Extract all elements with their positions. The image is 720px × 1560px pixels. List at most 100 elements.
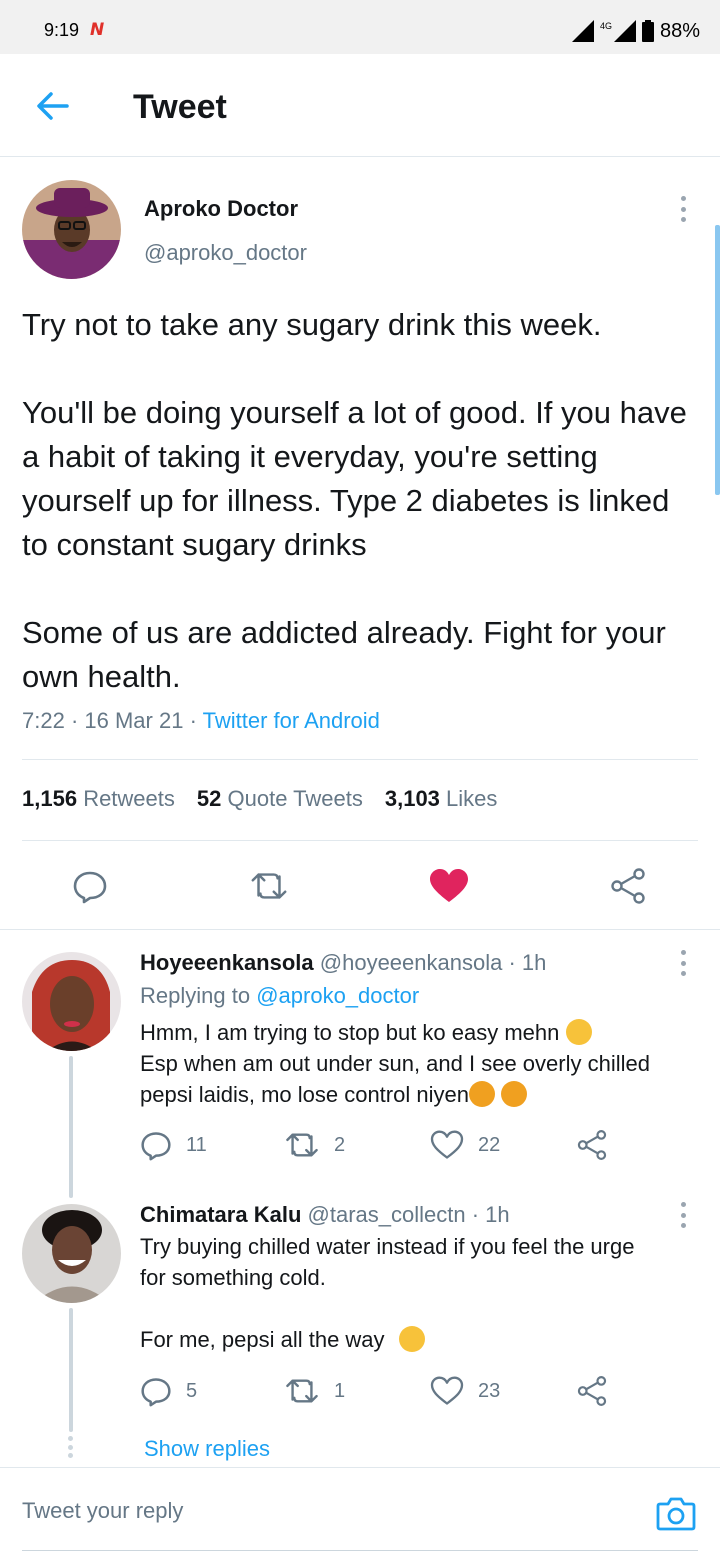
mobile-data-icon [613, 20, 636, 42]
reply-count: 5 [186, 1379, 198, 1402]
reply-icon [141, 1132, 171, 1161]
reply-text: Try buying chilled water instead if you … [140, 1231, 690, 1355]
face-savoring-food-emoji [398, 1326, 425, 1352]
more-options-icon[interactable] [679, 950, 687, 976]
reply-avatar[interactable] [22, 952, 121, 1051]
tweet-stats: 1,156 Retweets 52 Quote Tweets 3,103 Lik… [22, 786, 497, 812]
share-button[interactable] [576, 1374, 608, 1408]
reply-header: Hoyeeenkansola @hoyeeenkansola · 1h [140, 950, 547, 975]
like-button[interactable]: 22 [430, 1128, 500, 1162]
avatar-image [22, 1204, 121, 1303]
tweet-paragraph: You'll be doing yourself a lot of good. … [22, 395, 687, 562]
reply-age: 1h [521, 950, 547, 975]
status-time: 9:19 [44, 20, 80, 40]
thread-line [69, 1056, 73, 1198]
more-options-icon[interactable] [679, 1202, 687, 1228]
share-button[interactable] [608, 866, 648, 906]
network-label: 4G [599, 21, 612, 31]
heart-filled-icon [430, 869, 468, 902]
retweet-button[interactable]: 1 [284, 1374, 345, 1408]
reply-button[interactable] [70, 866, 110, 906]
back-button[interactable] [32, 88, 72, 124]
tweet-paragraph: Try not to take any sugary drink this we… [22, 307, 602, 342]
reply-line: Try buying chilled water instead if you … [140, 1234, 635, 1259]
share-icon [611, 868, 645, 904]
reply-count: 11 [186, 1133, 207, 1156]
like-count: 22 [478, 1133, 501, 1156]
reply-author-name[interactable]: Hoyeeenkansola [140, 950, 314, 975]
person-facepalming-emoji [501, 1081, 528, 1107]
tweet-action-bar [0, 856, 720, 916]
like-button[interactable]: 23 [430, 1374, 500, 1408]
battery-percentage: 88% [659, 19, 700, 42]
show-replies-link[interactable]: Show replies [144, 1436, 270, 1462]
signal-icon [571, 20, 594, 42]
reply-button[interactable]: 11 [140, 1128, 207, 1162]
share-icon [577, 1376, 607, 1406]
retweet-icon [286, 1133, 318, 1157]
retweet-icon [286, 1379, 318, 1403]
tweet-source-link[interactable]: Twitter for Android [203, 708, 380, 733]
reply-line: pepsi laidis, mo lose control niyen [140, 1079, 690, 1110]
quote-tweets-stat[interactable]: 52 Quote Tweets [197, 786, 363, 812]
reply-author-handle[interactable]: @hoyeeenkansola [320, 950, 503, 975]
reply-author-handle[interactable]: @taras_collectn [308, 1202, 466, 1227]
divider [0, 929, 720, 930]
scrollbar[interactable] [715, 225, 720, 495]
reply-input[interactable] [22, 1498, 582, 1524]
reply-line: For me, pepsi all the way [140, 1324, 690, 1355]
app-header: Tweet [0, 54, 720, 157]
news-app-icon: N [90, 20, 105, 40]
reply-button[interactable]: 5 [140, 1374, 197, 1408]
heart-outline-icon [430, 1376, 464, 1405]
like-count: 23 [478, 1379, 501, 1402]
status-bar: 9:19 N 4G 88% [0, 0, 720, 54]
retweet-icon [251, 873, 287, 899]
reply-line: Esp when am out under sun, and I see ove… [140, 1051, 650, 1076]
reply-author-name[interactable]: Chimatara Kalu [140, 1202, 301, 1227]
status-icons: 4G 88% [571, 18, 700, 44]
share-icon [577, 1130, 607, 1160]
author-avatar[interactable] [22, 180, 121, 279]
camera-icon [656, 1497, 696, 1531]
tweet-paragraph: Some of us are addicted already. Fight f… [22, 615, 666, 694]
retweet-count: 2 [334, 1133, 346, 1156]
retweet-button[interactable] [249, 866, 289, 906]
author-name[interactable]: Aproko Doctor [144, 196, 298, 222]
tweet-text: Try not to take any sugary drink this we… [22, 303, 702, 699]
person-facepalming-emoji [468, 1081, 495, 1107]
reply-action-bar: 5 1 23 [140, 1374, 620, 1408]
retweets-stat[interactable]: 1,156 Retweets [22, 786, 175, 812]
avatar-image [22, 180, 121, 279]
tweet-time: 7:22 [22, 708, 65, 733]
thread-line [69, 1308, 73, 1432]
divider [22, 759, 698, 760]
retweet-button[interactable]: 2 [284, 1128, 345, 1162]
divider [22, 840, 698, 841]
more-options-icon[interactable] [679, 196, 687, 222]
like-button[interactable] [429, 866, 469, 906]
reply-text: Hmm, I am trying to stop but ko easy meh… [140, 1017, 690, 1110]
reply-line: for something cold. [140, 1265, 326, 1290]
heart-outline-icon [430, 1130, 464, 1159]
author-handle[interactable]: @aproko_doctor [144, 240, 307, 266]
page-title: Tweet [133, 88, 227, 126]
replying-to: Replying to @aproko_doctor [140, 983, 420, 1008]
likes-stat[interactable]: 3,103 Likes [385, 786, 498, 812]
reply-line: Hmm, I am trying to stop but ko easy meh… [140, 1017, 690, 1048]
reply-composer [0, 1467, 720, 1560]
weary-face-emoji [565, 1019, 592, 1045]
reply-avatar[interactable] [22, 1204, 121, 1303]
reply-age: 1h [485, 1202, 510, 1227]
retweet-count: 1 [334, 1379, 346, 1402]
reply-action-bar: 11 2 22 [140, 1128, 620, 1162]
reply-icon [73, 871, 107, 904]
reply-icon [141, 1378, 171, 1407]
share-button[interactable] [576, 1128, 608, 1162]
tweet-date: 16 Mar 21 [84, 708, 184, 733]
battery-icon [641, 20, 654, 42]
camera-button[interactable] [656, 1494, 696, 1534]
avatar-image [22, 952, 121, 1051]
reply-header: Chimatara Kalu @taras_collectn · 1h [140, 1202, 510, 1227]
replying-to-link[interactable]: @aproko_doctor [256, 983, 419, 1008]
